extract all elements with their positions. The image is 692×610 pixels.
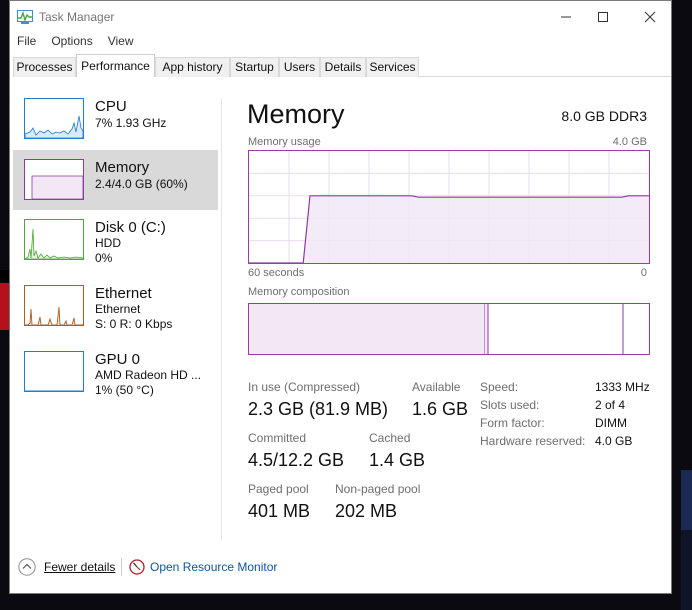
ethernet-graph-icon — [24, 285, 84, 326]
in-use-label: In use (Compressed) — [248, 380, 361, 394]
footer-separator — [121, 558, 122, 576]
tab-app-history[interactable]: App history — [155, 57, 230, 77]
sidebar-gpu-title: GPU 0 — [95, 351, 141, 368]
tab-bar: Processes Performance App history Startu… — [13, 54, 671, 77]
memory-composition-bar — [248, 303, 650, 355]
close-icon — [644, 11, 656, 22]
sidebar-item-gpu[interactable]: GPU 0 AMD Radeon HD ... 1% (50 °C) — [13, 346, 218, 406]
tab-services[interactable]: Services — [366, 57, 419, 77]
sidebar-disk-usage: 0% — [95, 251, 113, 265]
cpu-graph-icon — [24, 98, 84, 139]
sidebar-ethernet-title: Ethernet — [95, 285, 152, 302]
memory-usage-label: Memory usage — [248, 136, 321, 148]
committed-value: 4.5/12.2 GB — [248, 450, 345, 470]
minimize-icon — [561, 16, 571, 17]
paged-pool-label: Paged pool — [248, 482, 309, 496]
composition-in-use — [249, 304, 485, 354]
page-title: Memory — [247, 99, 345, 129]
memory-graph-icon — [24, 159, 84, 200]
menu-view[interactable]: View — [101, 32, 142, 52]
non-paged-pool-label: Non-paged pool — [335, 482, 421, 496]
sidebar-item-disk[interactable]: Disk 0 (C:) HDD 0% — [13, 214, 218, 274]
non-paged-pool-value: 202 MB — [335, 501, 398, 521]
available-label: Available — [412, 380, 461, 394]
window-title: Task Manager — [39, 10, 115, 24]
tab-processes[interactable]: Processes — [13, 57, 76, 77]
desktop-accent-dark — [681, 530, 692, 610]
memory-spec: 8.0 GB DDR3 — [561, 108, 647, 124]
desktop-accent-blue — [681, 470, 692, 530]
title-bar: Task Manager — [10, 1, 671, 32]
tab-users[interactable]: Users — [279, 57, 320, 77]
sidebar-item-ethernet[interactable]: Ethernet Ethernet S: 0 R: 0 Kbps — [13, 280, 218, 340]
memory-usage-max: 4.0 GB — [612, 136, 647, 148]
sidebar-item-cpu[interactable]: CPU 7% 1.93 GHz — [13, 93, 218, 153]
open-resource-monitor-link[interactable]: Open Resource Monitor — [150, 560, 277, 574]
task-manager-window: Task Manager File Options View Processes… — [9, 0, 672, 594]
menu-options[interactable]: Options — [44, 32, 100, 52]
hardware-reserved-label: Hardware reserved: — [480, 434, 586, 448]
task-manager-icon — [17, 10, 33, 24]
sidebar-ethernet-throughput: S: 0 R: 0 Kbps — [95, 317, 173, 331]
graph-time-left: 60 seconds — [248, 267, 305, 279]
speed-value: 1333 MHz — [595, 380, 650, 394]
cached-label: Cached — [369, 431, 411, 445]
available-value: 1.6 GB — [412, 399, 469, 419]
in-use-value: 2.3 GB (81.9 MB) — [248, 399, 389, 419]
memory-composition-label: Memory composition — [248, 286, 350, 298]
tab-startup[interactable]: Startup — [230, 57, 279, 77]
committed-label: Committed — [248, 431, 307, 445]
graph-time-right: 0 — [640, 267, 647, 279]
maximize-button[interactable] — [580, 1, 626, 32]
sidebar-item-memory[interactable]: Memory 2.4/4.0 GB (60%) — [13, 150, 218, 210]
sidebar-gpu-name: AMD Radeon HD ... — [95, 368, 202, 382]
fewer-details-label[interactable]: Fewer details — [44, 560, 115, 574]
slots-label: Slots used: — [480, 398, 540, 412]
sidebar-cpu-title: CPU — [95, 98, 127, 115]
tab-details[interactable]: Details — [320, 57, 366, 77]
sidebar-ethernet-name: Ethernet — [95, 302, 141, 316]
sidebar-memory-usage: 2.4/4.0 GB (60%) — [95, 177, 188, 191]
gpu-graph-icon — [24, 351, 84, 392]
sidebar-disk-title: Disk 0 (C:) — [95, 219, 166, 236]
form-factor-value: DIMM — [595, 416, 627, 430]
chevron-up-circle-icon — [18, 558, 36, 576]
slots-value: 2 of 4 — [595, 398, 626, 412]
resource-monitor-icon[interactable] — [129, 559, 145, 575]
maximize-icon — [598, 11, 608, 22]
sidebar-disk-type: HDD — [95, 236, 121, 250]
footer-bar: Fewer details Open Resource Monitor — [10, 550, 671, 584]
hardware-reserved-value: 4.0 GB — [595, 434, 633, 448]
menu-file[interactable]: File — [10, 32, 44, 52]
sidebar-gpu-usage: 1% (50 °C) — [95, 383, 154, 397]
close-button[interactable] — [627, 1, 673, 32]
form-factor-label: Form factor: — [480, 416, 545, 430]
disk-graph-icon — [24, 219, 84, 260]
paged-pool-value: 401 MB — [248, 501, 311, 521]
tab-performance[interactable]: Performance — [76, 54, 155, 77]
sidebar-divider — [221, 98, 222, 540]
memory-usage-graph — [248, 150, 650, 264]
sidebar-memory-title: Memory — [95, 159, 150, 176]
sidebar-cpu-usage: 7% 1.93 GHz — [95, 116, 167, 130]
cached-value: 1.4 GB — [369, 450, 426, 470]
speed-label: Speed: — [480, 380, 519, 394]
menu-bar: File Options View — [10, 32, 671, 52]
